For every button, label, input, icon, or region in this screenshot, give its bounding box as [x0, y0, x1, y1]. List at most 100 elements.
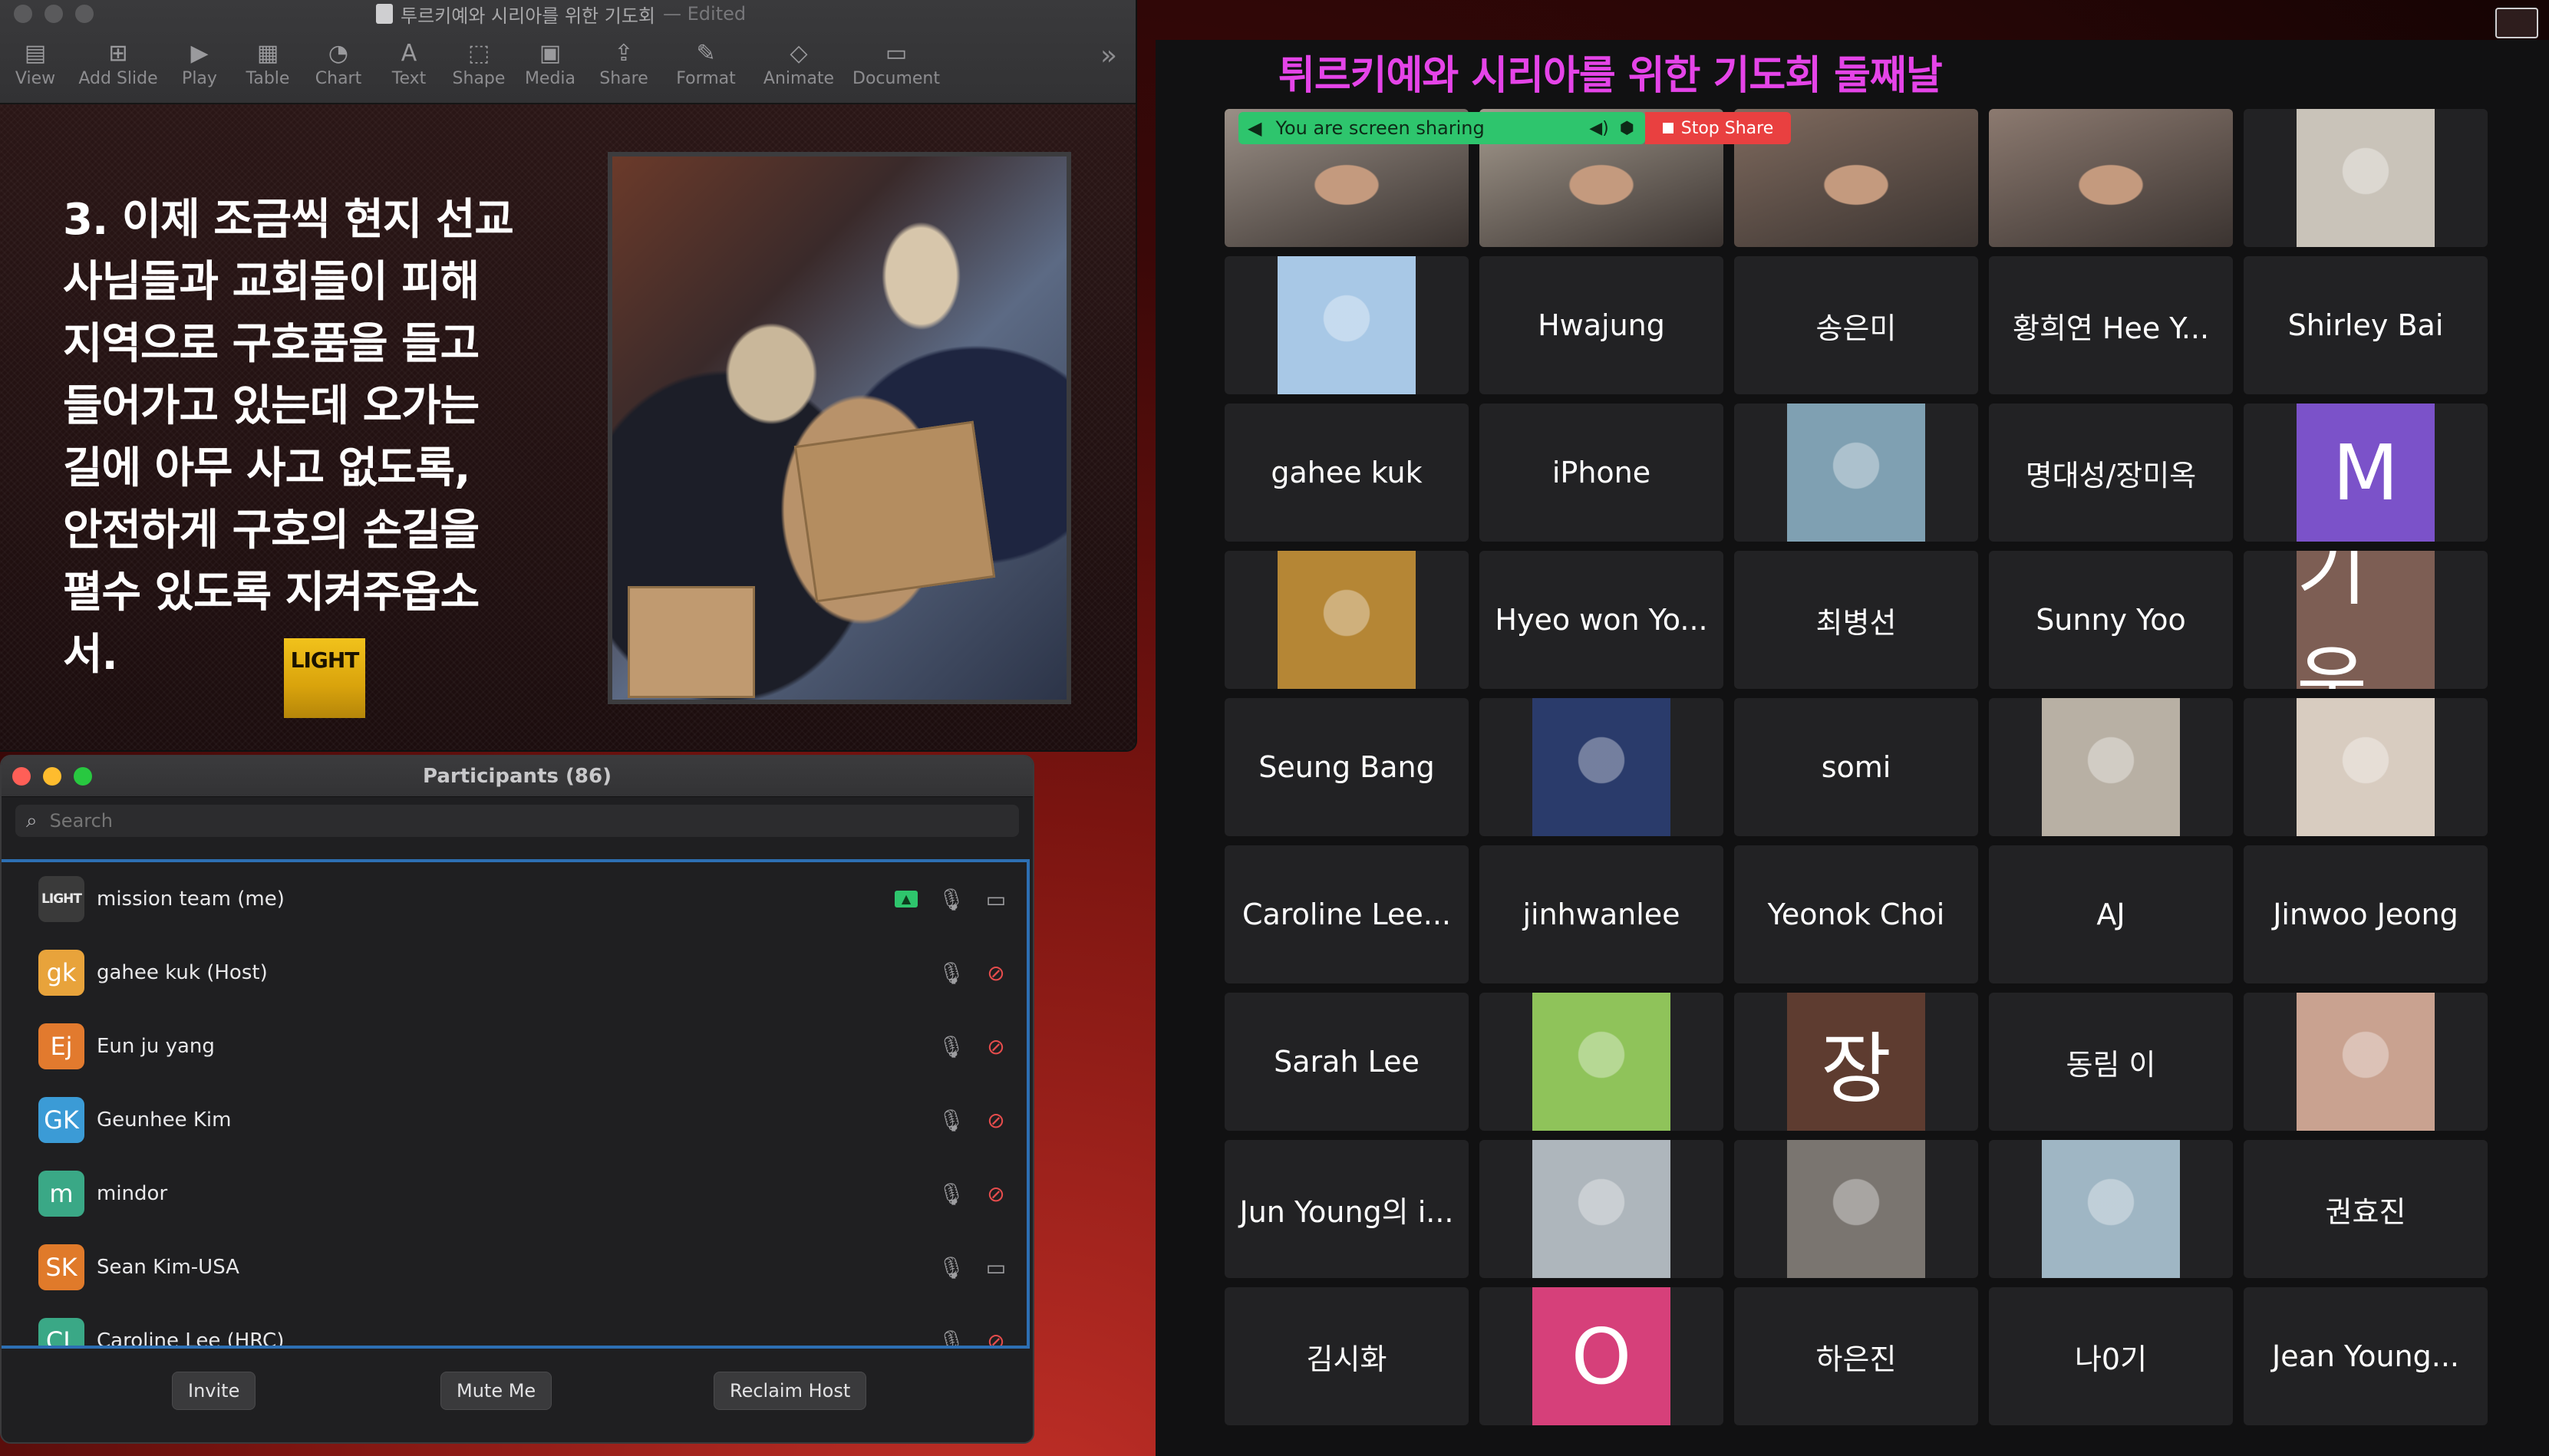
- menu-bar-icon[interactable]: [2495, 8, 2538, 38]
- speaker-icon[interactable]: ◀): [1589, 119, 1609, 138]
- participant-row[interactable]: LIGHT mission team (me) ▲ 🎙︎ ▭: [2, 862, 1027, 936]
- video-tile[interactable]: Seung Bang: [1225, 698, 1469, 836]
- video-tile[interactable]: 동림 이: [1989, 993, 2233, 1131]
- screen-share-bar[interactable]: ◀ You are screen sharing ◀) ⬢: [1238, 112, 1645, 144]
- video-tile[interactable]: 김시화: [1225, 1287, 1469, 1425]
- video-tile[interactable]: [2244, 698, 2488, 836]
- search-box[interactable]: ⌕: [15, 805, 1019, 837]
- microphone-icon[interactable]: 🎙︎: [936, 1255, 967, 1280]
- video-tile[interactable]: O: [1479, 1287, 1723, 1425]
- participant-row[interactable]: CL Caroline Lee (HRC) 🎙︎ ⊘: [2, 1304, 1027, 1346]
- close-button[interactable]: [14, 5, 32, 23]
- video-tile[interactable]: Jean Young...: [2244, 1287, 2488, 1425]
- video-tile[interactable]: Sunny Yoo: [1989, 551, 2233, 689]
- video-tile[interactable]: somi: [1734, 698, 1978, 836]
- participant-name-label: Jean Young...: [2272, 1339, 2459, 1373]
- camera-off-icon[interactable]: ⊘: [979, 1181, 1013, 1207]
- video-tile[interactable]: [1989, 1140, 2233, 1278]
- video-tile[interactable]: Hyeo won Yo...: [1479, 551, 1723, 689]
- toolbar-play-button[interactable]: ▶ Play: [166, 38, 233, 88]
- video-tile[interactable]: Shirley Bai: [2244, 256, 2488, 394]
- microphone-icon[interactable]: 🎙︎: [936, 1181, 967, 1207]
- toolbar-animate-button[interactable]: ◇ Animate: [750, 38, 847, 88]
- zoom-button[interactable]: [75, 5, 94, 23]
- video-tile[interactable]: 송은미: [1734, 256, 1978, 394]
- camera-off-icon[interactable]: ⊘: [979, 1108, 1013, 1133]
- video-tile[interactable]: Caroline Lee...: [1225, 845, 1469, 983]
- video-tile[interactable]: [1225, 256, 1469, 394]
- document-title: 투르키예와 시리아를 위한 기도회 — Edited: [376, 0, 746, 28]
- microphone-icon[interactable]: 🎙︎: [936, 1034, 967, 1059]
- video-tile[interactable]: [1479, 1140, 1723, 1278]
- camera-off-icon[interactable]: ⊘: [979, 960, 1013, 986]
- participant-row[interactable]: GK Geunhee Kim 🎙︎ ⊘: [2, 1083, 1027, 1157]
- video-tile[interactable]: jinhwanlee: [1479, 845, 1723, 983]
- microphone-icon[interactable]: 🎙︎: [936, 887, 967, 912]
- mute-me-button[interactable]: Mute Me: [440, 1372, 552, 1410]
- video-tile[interactable]: [1734, 1140, 1978, 1278]
- toolbar-shape-button[interactable]: ⬚ Shape: [444, 38, 514, 88]
- toolbar-share-button[interactable]: ⇪ Share: [586, 38, 661, 88]
- video-tile[interactable]: 나0기: [1989, 1287, 2233, 1425]
- video-tile[interactable]: Jun Young의 i...: [1225, 1140, 1469, 1278]
- invite-button[interactable]: Invite: [172, 1372, 256, 1410]
- shield-icon[interactable]: ⬢: [1620, 119, 1634, 138]
- participant-name: mindor: [97, 1182, 168, 1205]
- keynote-window: 투르키예와 시리아를 위한 기도회 — Edited ▤ View ⊞ Add Sli…: [0, 0, 1137, 752]
- avatar-letter: O: [1532, 1287, 1670, 1425]
- participant-row[interactable]: Ej Eun ju yang 🎙︎ ⊘: [2, 1010, 1027, 1083]
- video-tile[interactable]: 장: [1734, 993, 1978, 1131]
- video-tile[interactable]: [1989, 109, 2233, 247]
- reclaim-host-button[interactable]: Reclaim Host: [714, 1372, 867, 1410]
- participants-list[interactable]: LIGHT mission team (me) ▲ 🎙︎ ▭ gk gahee kuk (H…: [2, 859, 1030, 1349]
- video-tile[interactable]: Hwajung: [1479, 256, 1723, 394]
- camera-off-icon[interactable]: ⊘: [979, 1034, 1013, 1059]
- toolbar-chart-button[interactable]: ◔ Chart: [302, 38, 374, 88]
- participant-row[interactable]: m mindor 🎙︎ ⊘: [2, 1157, 1027, 1230]
- screen-share-icon: ▲: [895, 891, 918, 908]
- video-tile[interactable]: 황희연 Hee Y...: [1989, 256, 2233, 394]
- toolbar-table-button[interactable]: ▦ Table: [233, 38, 302, 88]
- video-tile[interactable]: Sarah Lee: [1225, 993, 1469, 1131]
- participant-status-icons: 🎙︎ ⊘: [936, 1329, 1027, 1346]
- participant-name-label: Caroline Lee...: [1242, 898, 1451, 931]
- toolbar-document-button[interactable]: ▭ Document: [847, 38, 945, 88]
- microphone-icon[interactable]: 🎙︎: [936, 960, 967, 986]
- video-tile[interactable]: [1734, 404, 1978, 542]
- video-tile[interactable]: 최병선: [1734, 551, 1978, 689]
- video-tile[interactable]: M: [2244, 404, 2488, 542]
- toolbar-add-slide-button[interactable]: ⊞ Add Slide: [71, 38, 166, 88]
- video-tile[interactable]: 기운: [2244, 551, 2488, 689]
- camera-icon[interactable]: ▭: [979, 887, 1013, 912]
- toolbar-view-button[interactable]: ▤ View: [0, 38, 71, 88]
- video-tile[interactable]: Yeonok Choi: [1734, 845, 1978, 983]
- toolbar-media-button[interactable]: ▣ Media: [514, 38, 586, 88]
- video-tile[interactable]: [1479, 993, 1723, 1131]
- participant-name-label: Sunny Yoo: [2036, 603, 2186, 637]
- video-tile[interactable]: 권효진: [2244, 1140, 2488, 1278]
- video-tile[interactable]: iPhone: [1479, 404, 1723, 542]
- minimize-button[interactable]: [45, 5, 63, 23]
- video-tile[interactable]: 명대성/장미옥: [1989, 404, 2233, 542]
- camera-icon[interactable]: ▭: [979, 1255, 1013, 1280]
- video-tile[interactable]: gahee kuk: [1225, 404, 1469, 542]
- video-tile[interactable]: [1225, 551, 1469, 689]
- video-tile[interactable]: AJ: [1989, 845, 2233, 983]
- video-tile[interactable]: [1479, 698, 1723, 836]
- toolbar-overflow-icon[interactable]: »: [1100, 40, 1117, 71]
- toolbar-text-button[interactable]: A Text: [374, 38, 444, 88]
- microphone-icon[interactable]: 🎙︎: [936, 1108, 967, 1133]
- stop-share-button[interactable]: Stop Share: [1645, 112, 1791, 144]
- camera-off-icon[interactable]: ⊘: [979, 1329, 1013, 1346]
- search-input[interactable]: [48, 809, 955, 832]
- video-tile[interactable]: [2244, 109, 2488, 247]
- video-tile[interactable]: [1989, 698, 2233, 836]
- participant-row[interactable]: SK Sean Kim-USA 🎙︎ ▭: [2, 1230, 1027, 1304]
- toolbar-format-button[interactable]: ✎ Format: [661, 38, 750, 88]
- screen-share-text: You are screen sharing: [1275, 117, 1485, 139]
- video-tile[interactable]: Jinwoo Jeong: [2244, 845, 2488, 983]
- video-tile[interactable]: 하은진: [1734, 1287, 1978, 1425]
- microphone-icon[interactable]: 🎙︎: [936, 1329, 967, 1346]
- video-tile[interactable]: [2244, 993, 2488, 1131]
- participant-row[interactable]: gk gahee kuk (Host) 🎙︎ ⊘: [2, 936, 1027, 1010]
